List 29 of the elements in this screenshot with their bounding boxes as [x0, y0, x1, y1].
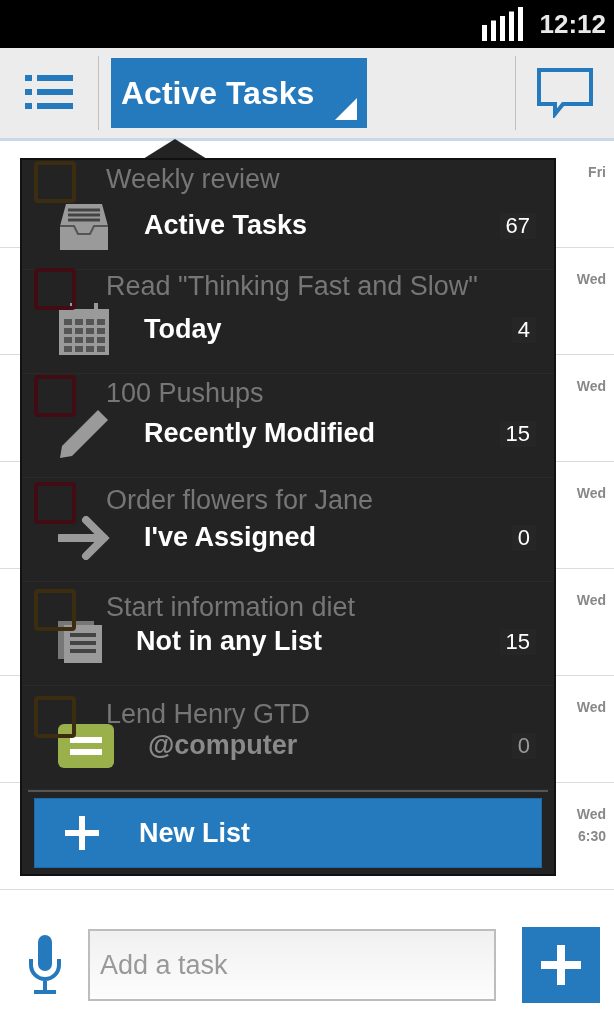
dropdown-corner-icon — [335, 98, 357, 120]
task-date: Wed — [576, 484, 606, 503]
list-dropdown[interactable]: Active Tasks — [111, 58, 367, 128]
task-date: Wed — [576, 698, 606, 717]
task-date: Wed — [576, 805, 606, 824]
list-icon — [58, 723, 114, 768]
clock: 12:12 — [539, 8, 606, 40]
task-title: Weekly review — [106, 163, 281, 195]
task-title: Start information diet — [106, 591, 357, 623]
arrow-icon — [58, 515, 110, 560]
add-task-field[interactable]: Add a task — [88, 929, 496, 1001]
task-date: Fri — [588, 163, 606, 182]
calendar-icon — [58, 302, 110, 357]
add-task-button[interactable] — [522, 927, 600, 1003]
task-date: Wed — [576, 270, 606, 289]
task-date: Wed — [576, 377, 606, 396]
plus-icon — [539, 943, 583, 987]
pencil-icon — [58, 407, 110, 460]
task-title: Order flowers for Jane — [106, 484, 375, 516]
microphone-icon[interactable] — [28, 935, 62, 995]
signal-icon — [481, 7, 526, 41]
task-title: Lend Henry GTD — [106, 698, 312, 730]
new-list-button[interactable]: New List — [34, 798, 542, 868]
documents-icon — [58, 620, 102, 663]
task-title: 100 Pushups — [106, 377, 265, 409]
task-date: Wed — [576, 591, 606, 610]
task-time: 6:30 — [577, 827, 606, 846]
task-title: Read "Thinking Fast and Slow" — [106, 270, 479, 302]
plus-icon — [65, 816, 99, 850]
